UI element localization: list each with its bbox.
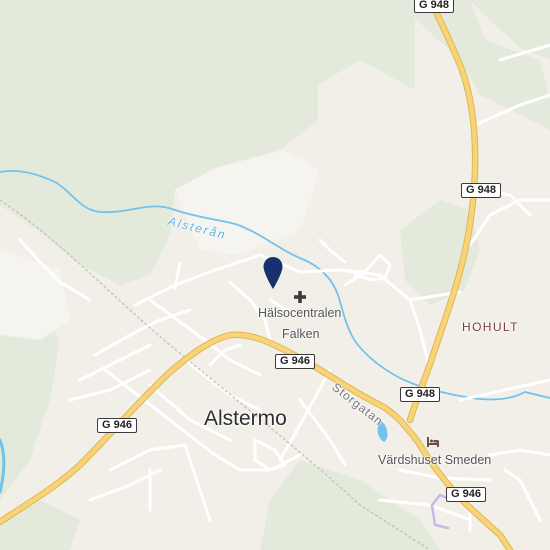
map-canvas[interactable]: G 948 G 948 G 948 G 946 G 946 G 946 Alst… — [0, 0, 550, 550]
road-shield-g946-east[interactable]: G 946 — [446, 487, 486, 502]
road-shield-g946-center[interactable]: G 946 — [275, 354, 315, 369]
road-shield-g948-lower[interactable]: G 948 — [400, 387, 440, 402]
hospital-cross-icon[interactable] — [293, 290, 307, 304]
location-pin-icon[interactable] — [262, 256, 284, 290]
road-shield-g948-mid[interactable]: G 948 — [461, 183, 501, 198]
poi-label-health-center-line2[interactable]: Falken — [282, 327, 320, 341]
locality-label: HOHULT — [462, 320, 519, 334]
town-label[interactable]: Alstermo — [204, 407, 287, 431]
hotel-bed-icon[interactable] — [426, 436, 440, 448]
road-shield-g946-west[interactable]: G 946 — [97, 418, 137, 433]
poi-label-health-center[interactable]: Hälsocentralen — [258, 306, 341, 320]
poi-label-inn[interactable]: Värdshuset Smeden — [378, 453, 491, 467]
road-shield-g948-top[interactable]: G 948 — [414, 0, 454, 13]
